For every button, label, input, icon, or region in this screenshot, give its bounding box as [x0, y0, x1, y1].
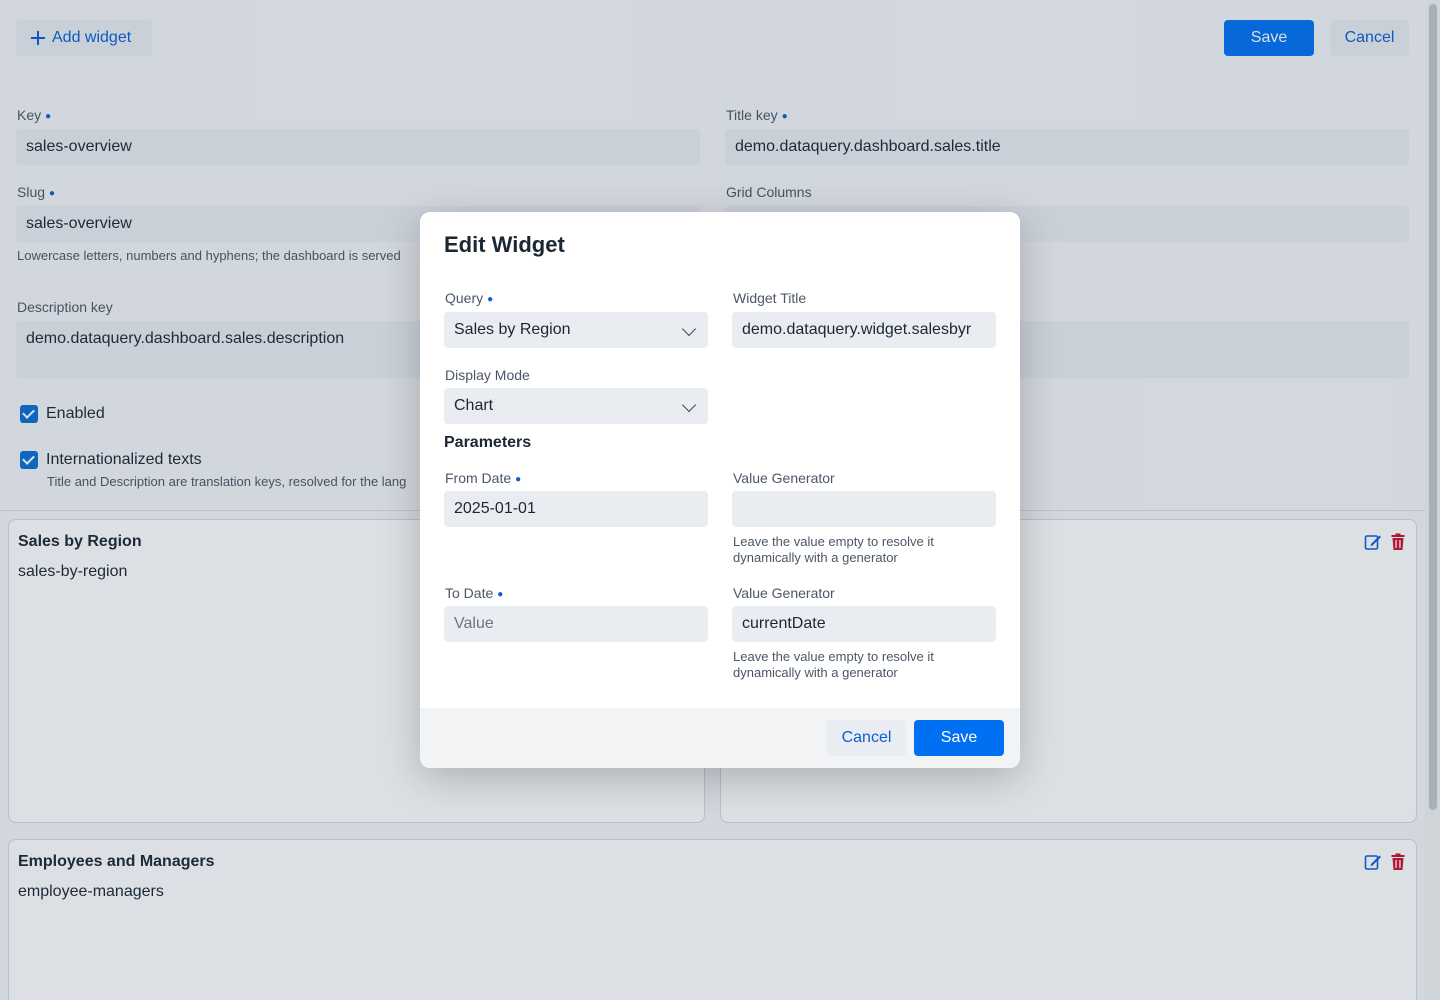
from-date-input[interactable]: 2025-01-01 [444, 491, 708, 527]
query-select-value: Sales by Region [454, 321, 571, 338]
dialog-footer: Cancel Save [420, 708, 1020, 768]
widget-title-label: Widget Title [733, 290, 807, 306]
to-date-label: To Date ● [445, 585, 503, 601]
to-date-label-text: To Date [445, 585, 494, 601]
required-marker: ● [497, 588, 504, 600]
to-date-generator-input[interactable]: currentDate [732, 606, 996, 642]
to-date-input[interactable]: Value [444, 606, 708, 642]
dialog-save-button[interactable]: Save [914, 720, 1004, 756]
widget-title-input[interactable]: demo.dataquery.widget.salesbyr [732, 312, 996, 348]
from-date-label-text: From Date [445, 470, 512, 486]
dialog-title: Edit Widget [444, 232, 565, 257]
query-select[interactable]: Sales by Region [444, 312, 708, 348]
dashboard-editor-page: Add widget Save Cancel Key ● sales-overvi… [0, 0, 1440, 1000]
parameters-heading: Parameters [444, 434, 532, 451]
dialog-cancel-button[interactable]: Cancel [827, 720, 906, 756]
display-mode-value: Chart [454, 397, 494, 414]
query-label: Query ● [445, 290, 493, 306]
from-date-label: From Date ● [445, 470, 521, 486]
from-date-generator-label: Value Generator [733, 470, 835, 486]
query-label-text: Query [445, 290, 484, 306]
chevron-down-icon [681, 397, 697, 413]
to-date-generator-label: Value Generator [733, 585, 835, 601]
to-date-placeholder: Value [454, 615, 494, 632]
from-date-generator-input[interactable] [732, 491, 996, 527]
from-date-generator-hint: Leave the value empty to resolve it dyna… [733, 534, 934, 565]
edit-widget-dialog: Edit Widget Query ● Sales by Region Widge… [420, 212, 1020, 768]
required-marker: ● [487, 293, 494, 305]
chevron-down-icon [681, 321, 697, 337]
display-mode-select[interactable]: Chart [444, 388, 708, 424]
display-mode-label: Display Mode [445, 367, 530, 383]
required-marker: ● [515, 473, 522, 485]
to-date-generator-hint: Leave the value empty to resolve it dyna… [733, 649, 934, 680]
